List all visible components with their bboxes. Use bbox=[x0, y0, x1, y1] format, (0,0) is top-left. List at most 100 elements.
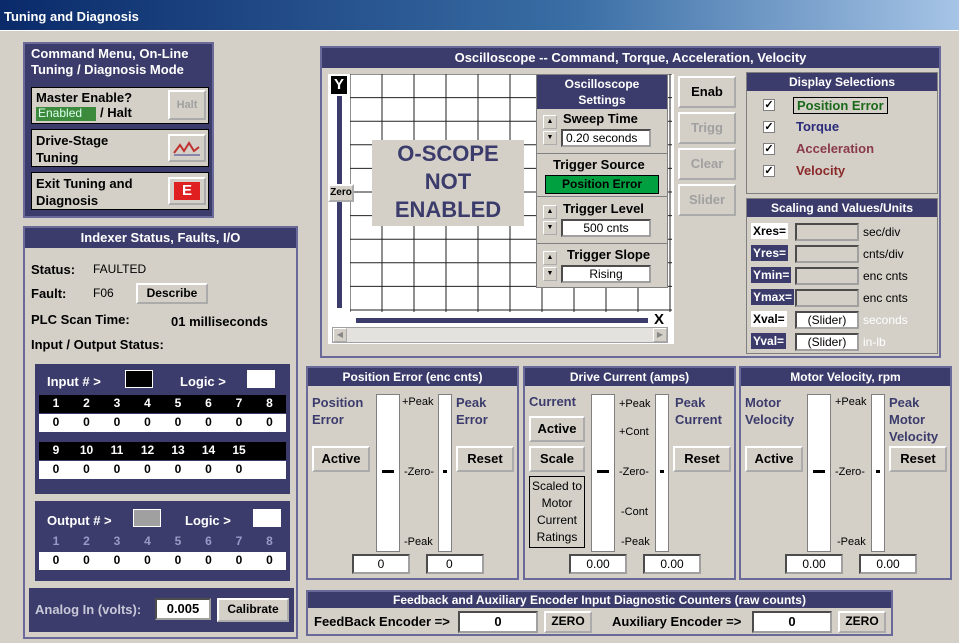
output-number: 8 bbox=[266, 534, 273, 548]
feedback-encoder-value: 0 bbox=[458, 611, 538, 633]
master-enable-state[interactable]: Enabled bbox=[36, 107, 96, 121]
input-value: 0 bbox=[205, 415, 212, 429]
input-number: 4 bbox=[144, 396, 151, 410]
output-number: 3 bbox=[113, 534, 121, 548]
mv-peak-minus: -Peak bbox=[837, 536, 866, 548]
sweep-down-icon[interactable]: ▼ bbox=[543, 131, 557, 145]
trigger-slope-value[interactable]: Rising bbox=[561, 265, 651, 283]
trigg-button[interactable]: Trigg bbox=[678, 112, 736, 144]
display-checkbox[interactable]: ✓ bbox=[763, 143, 775, 155]
output-logic-label: Logic > bbox=[185, 513, 231, 528]
slider-button[interactable]: Slider bbox=[678, 184, 736, 216]
display-selection-label[interactable]: Position Error bbox=[793, 97, 888, 114]
indexer-panel: Indexer Status, Faults, I/O Status: FAUL… bbox=[23, 226, 298, 639]
display-selection-label[interactable]: Velocity bbox=[793, 163, 848, 178]
input-value: 0 bbox=[174, 415, 182, 429]
motor-velocity-active-button[interactable]: Active bbox=[745, 446, 803, 472]
input-value: 0 bbox=[266, 415, 273, 429]
scaling-unit: sec/div bbox=[863, 225, 901, 239]
trigger-source-value[interactable]: Position Error bbox=[545, 175, 659, 194]
slope-down-icon[interactable]: ▼ bbox=[543, 267, 557, 281]
aux-encoder-value: 0 bbox=[752, 611, 832, 633]
level-up-icon[interactable]: ▲ bbox=[543, 205, 557, 219]
trigger-slope-divider bbox=[537, 243, 667, 244]
zero-button[interactable]: Zero bbox=[328, 184, 354, 202]
status-value: FAULTED bbox=[93, 262, 147, 276]
output-value: 0 bbox=[174, 553, 182, 567]
display-selection-label[interactable]: Torque bbox=[793, 119, 842, 134]
scaling-name: Ymin= bbox=[751, 267, 792, 283]
bar-marker bbox=[813, 470, 825, 473]
feedback-zero-button[interactable]: ZERO bbox=[544, 611, 592, 633]
trigger-level-label: Trigger Level bbox=[563, 201, 644, 216]
pe-peak-minus: -Peak bbox=[404, 536, 433, 548]
scaling-name: Yval= bbox=[751, 333, 787, 349]
motor-velocity-value: 0.00 bbox=[785, 554, 843, 574]
motor-velocity-reset-button[interactable]: Reset bbox=[889, 446, 947, 472]
enab-button[interactable]: Enab bbox=[678, 76, 736, 108]
scope-scrollbar[interactable]: ◀ ▶ bbox=[332, 327, 668, 343]
x-axis-slider-track[interactable] bbox=[356, 318, 648, 323]
scroll-left-icon[interactable]: ◀ bbox=[333, 328, 347, 342]
input-number: 13 bbox=[171, 443, 185, 457]
drive-current-peak-bar bbox=[655, 394, 669, 552]
feedback-title: Feedback and Auxiliary Encoder Input Dia… bbox=[308, 592, 891, 608]
display-checkbox[interactable]: ✓ bbox=[763, 99, 775, 111]
motor-velocity-panel: Motor Velocity, rpm Motor Velocity Peak … bbox=[739, 366, 952, 580]
drive-stage-tuning-button[interactable] bbox=[168, 134, 206, 162]
sweep-up-icon[interactable]: ▲ bbox=[543, 115, 557, 129]
window-title: Tuning and Diagnosis bbox=[4, 9, 139, 24]
drive-stage-box: Drive-Stage Tuning bbox=[31, 129, 209, 167]
input-color-indicator bbox=[125, 370, 153, 388]
pe-zero: -Zero- bbox=[404, 466, 434, 478]
input-value: 0 bbox=[83, 415, 90, 429]
exit-button[interactable]: E bbox=[168, 177, 206, 205]
dc-zero: -Zero- bbox=[619, 466, 649, 478]
mv-zero: -Zero- bbox=[835, 466, 865, 478]
scroll-right-icon[interactable]: ▶ bbox=[653, 328, 667, 342]
position-error-reset-button[interactable]: Reset bbox=[456, 446, 514, 472]
scaling-name: Xres= bbox=[751, 223, 789, 239]
display-selection-label[interactable]: Acceleration bbox=[793, 141, 877, 156]
scaling-unit: seconds bbox=[863, 313, 908, 327]
input-logic-indicator bbox=[247, 370, 275, 388]
calibrate-button[interactable]: Calibrate bbox=[217, 598, 289, 622]
trigger-level-value[interactable]: 500 cnts bbox=[561, 219, 651, 237]
input-logic-label: Logic > bbox=[180, 374, 226, 389]
bar-marker bbox=[382, 470, 394, 473]
plc-scan-label: PLC Scan Time: bbox=[31, 312, 130, 327]
display-checkbox[interactable]: ✓ bbox=[763, 165, 775, 177]
output-value: 0 bbox=[113, 553, 121, 567]
dc-cont-plus: +Cont bbox=[619, 426, 649, 438]
drive-current-reset-button[interactable]: Reset bbox=[673, 446, 731, 472]
plc-scan-value: 01 milliseconds bbox=[171, 314, 268, 329]
analog-label: Analog In (volts): bbox=[35, 602, 142, 617]
position-error-active-button[interactable]: Active bbox=[312, 446, 370, 472]
display-checkbox[interactable]: ✓ bbox=[763, 121, 775, 133]
dc-peak-minus: -Peak bbox=[621, 536, 650, 548]
input-number: 12 bbox=[140, 443, 155, 457]
drive-current-peak-value: 0.00 bbox=[643, 554, 701, 574]
drive-current-scale-button[interactable]: Scale bbox=[529, 446, 585, 472]
clear-button[interactable]: Clear bbox=[678, 148, 736, 180]
y-axis-slider-track[interactable] bbox=[337, 96, 342, 308]
position-error-peak-bar bbox=[438, 394, 452, 552]
bar-marker bbox=[660, 470, 664, 473]
input-value: 0 bbox=[113, 415, 121, 429]
analog-value: 0.005 bbox=[155, 598, 211, 620]
halt-button[interactable]: Halt bbox=[168, 90, 206, 120]
input-number: 1 bbox=[52, 396, 60, 410]
aux-zero-button[interactable]: ZERO bbox=[838, 611, 886, 633]
scaling-panel: Scaling and Values/Units Xres= sec/div Yre… bbox=[746, 198, 938, 354]
sweep-time-value[interactable]: 0.20 seconds bbox=[561, 129, 651, 147]
describe-button[interactable]: Describe bbox=[136, 283, 208, 304]
slope-up-icon[interactable]: ▲ bbox=[543, 251, 557, 265]
input-value: 0 bbox=[205, 462, 212, 476]
drive-stage-label: Drive-Stage Tuning bbox=[36, 133, 109, 165]
display-selections-title: Display Selections bbox=[747, 73, 937, 91]
scaling-name: Xval= bbox=[751, 311, 787, 327]
drive-current-active-button[interactable]: Active bbox=[529, 416, 585, 442]
level-down-icon[interactable]: ▼ bbox=[543, 221, 557, 235]
input-value: 0 bbox=[113, 462, 121, 476]
bar-marker bbox=[597, 470, 609, 473]
